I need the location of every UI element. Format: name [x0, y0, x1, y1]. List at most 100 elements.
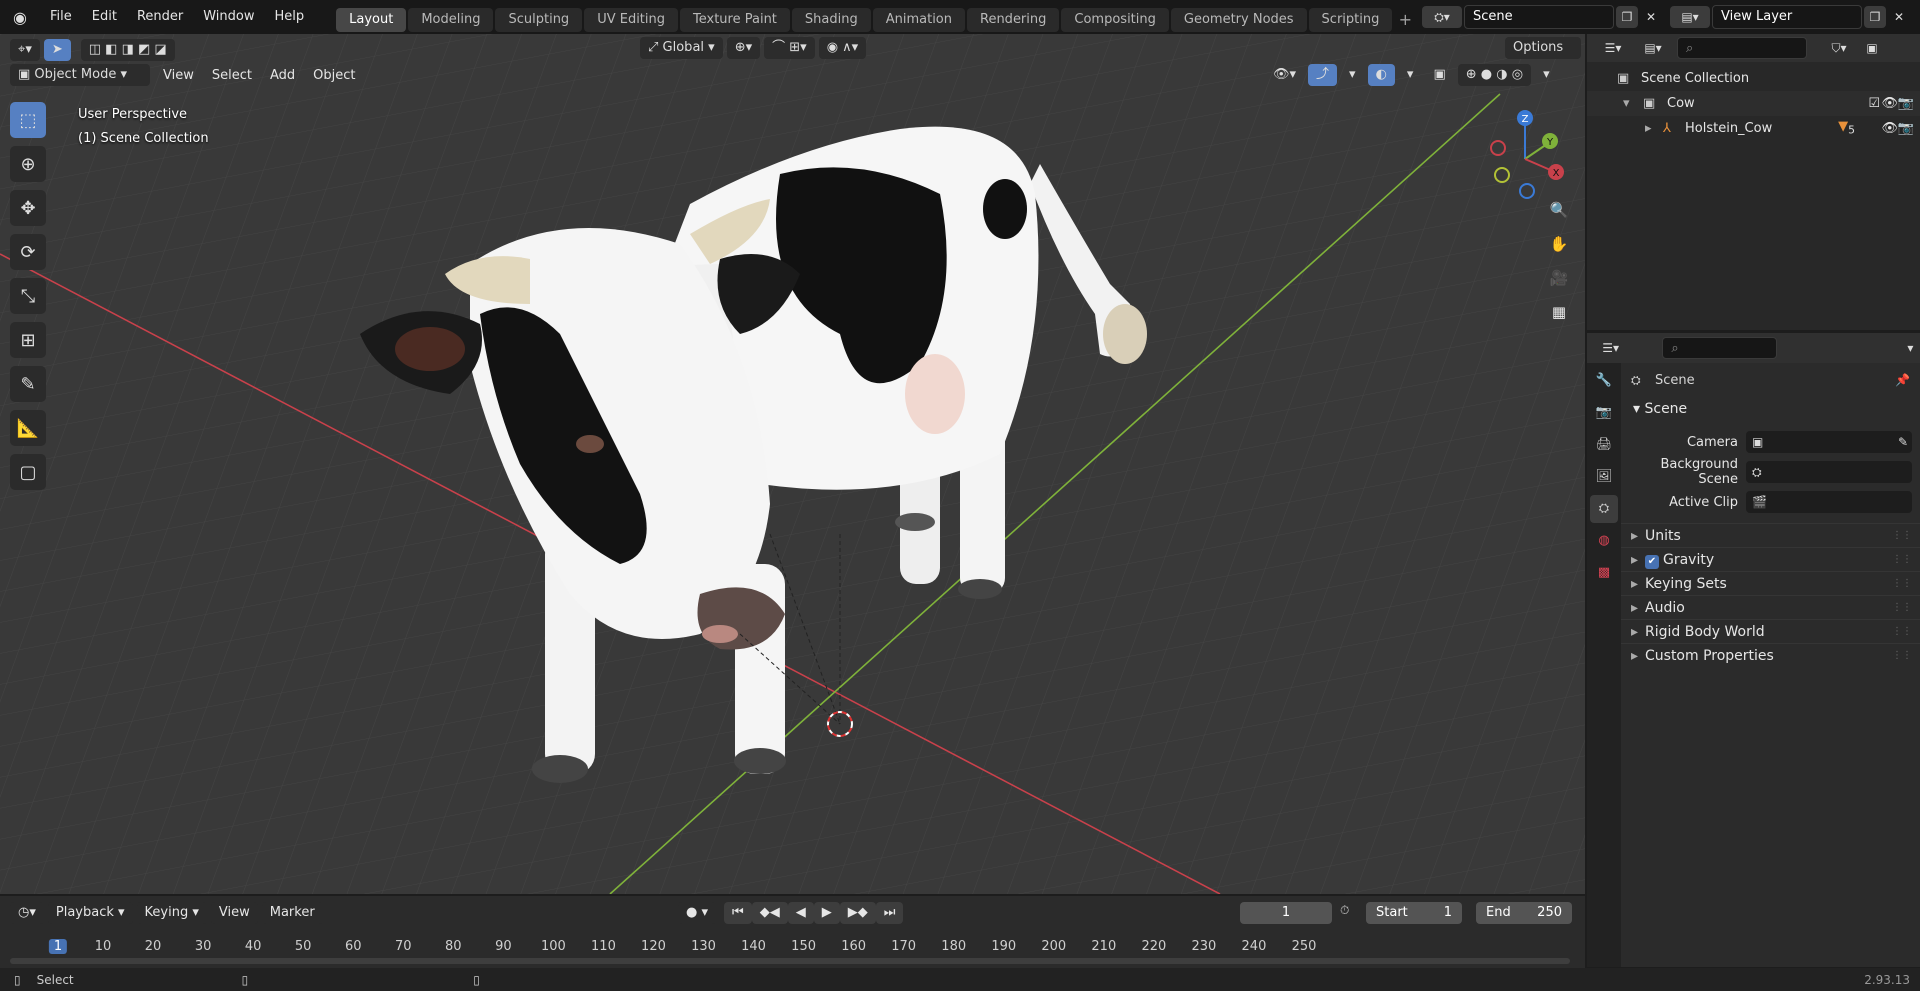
eyedropper-icon[interactable]: ✎: [1898, 431, 1908, 453]
active-clip-field[interactable]: 🎬: [1746, 491, 1912, 513]
view-layer-tab-icon[interactable]: 🖼: [1590, 463, 1618, 491]
subpanel-custom-properties[interactable]: ▸ Custom Properties ⋮⋮: [1621, 643, 1920, 667]
blender-logo-icon[interactable]: ◉: [0, 8, 40, 27]
render-camera-icon[interactable]: 📷: [1898, 91, 1914, 116]
measure-icon[interactable]: 📐: [10, 410, 46, 446]
camera-view-icon[interactable]: 🎥: [1545, 264, 1573, 292]
overlays-options-icon[interactable]: ▾: [1399, 64, 1422, 86]
timeline-scrollbar[interactable]: [10, 958, 1570, 964]
object-mode-dropdown[interactable]: ▣ Object Mode ▾: [10, 64, 150, 86]
proportional-edit-icon[interactable]: ◉ ∧▾: [818, 37, 867, 59]
texture-tab-icon[interactable]: ▩: [1590, 559, 1618, 587]
menu-edit[interactable]: Edit: [82, 0, 127, 34]
tab-geometry-nodes[interactable]: Geometry Nodes: [1170, 7, 1307, 32]
properties-editor-icon[interactable]: ☰▾: [1595, 337, 1626, 359]
xray-toggle-icon[interactable]: ▣: [1425, 64, 1453, 86]
drag-handle-icon[interactable]: ⋮⋮: [1892, 620, 1912, 644]
shading-options-icon[interactable]: ▾: [1535, 64, 1558, 86]
annotate-icon[interactable]: ✎: [10, 366, 46, 402]
overlays-toggle-icon[interactable]: ◐: [1367, 64, 1395, 86]
scene-name-field[interactable]: Scene: [1464, 5, 1614, 29]
render-tab-icon[interactable]: 📷: [1590, 399, 1618, 427]
menu-help[interactable]: Help: [265, 0, 315, 34]
tab-rendering[interactable]: Rendering: [967, 7, 1060, 32]
viewport-menu-select[interactable]: Select: [203, 68, 261, 83]
zoom-icon[interactable]: 🔍: [1545, 196, 1573, 224]
display-mode-icon[interactable]: ▤▾: [1635, 37, 1671, 59]
add-workspace-button[interactable]: +: [1394, 9, 1416, 31]
tab-texture-paint[interactable]: Texture Paint: [680, 7, 790, 32]
tab-animation[interactable]: Animation: [872, 7, 965, 32]
snap-icon[interactable]: ⌒ ⊞▾: [764, 37, 815, 59]
tab-uv-editing[interactable]: UV Editing: [584, 7, 679, 32]
viewport-menu-object[interactable]: Object: [304, 68, 364, 83]
outliner-editor-icon[interactable]: ☰▾: [1595, 37, 1631, 59]
select-tool-icon[interactable]: ➤: [43, 39, 71, 61]
output-tab-icon[interactable]: 🖨: [1590, 431, 1618, 459]
tab-layout[interactable]: Layout: [336, 7, 407, 32]
delete-scene-icon[interactable]: ✕: [1640, 6, 1662, 28]
outliner-search-input[interactable]: ⌕: [1677, 37, 1807, 59]
subpanel-rigid-body-world[interactable]: ▸ Rigid Body World ⋮⋮: [1621, 619, 1920, 643]
subpanel-units[interactable]: ▸ Units ⋮⋮: [1621, 523, 1920, 547]
background-scene-field[interactable]: ⛭: [1746, 461, 1912, 483]
shading-modes-icon[interactable]: ⊕ ● ◑ ◎: [1457, 64, 1532, 86]
filter-icon[interactable]: ⛉▾: [1821, 37, 1857, 59]
delete-view-layer-icon[interactable]: ✕: [1888, 6, 1910, 28]
tab-modeling[interactable]: Modeling: [408, 7, 494, 32]
new-collection-icon[interactable]: ▣: [1861, 37, 1883, 59]
viewport-menu-view[interactable]: View: [154, 68, 203, 83]
subpanel-keying-sets[interactable]: ▸ Keying Sets ⋮⋮: [1621, 571, 1920, 595]
world-tab-icon[interactable]: ◍: [1590, 527, 1618, 555]
outliner-holstein-cow[interactable]: ▸ ⅄ Holstein_Cow ▼5 👁 📷: [1587, 116, 1920, 141]
scale-icon[interactable]: ⤡: [10, 278, 46, 314]
drag-handle-icon[interactable]: ⋮⋮: [1892, 596, 1912, 620]
duplicate-view-layer-icon[interactable]: ❐: [1864, 6, 1886, 28]
view-layer-field[interactable]: View Layer: [1712, 5, 1862, 29]
render-camera-icon[interactable]: 📷: [1898, 116, 1914, 141]
camera-field[interactable]: ▣ ✎: [1746, 431, 1912, 453]
scene-panel-header[interactable]: ▾ Scene: [1621, 397, 1920, 421]
subpanel-audio[interactable]: ▸ Audio ⋮⋮: [1621, 595, 1920, 619]
visibility-eye-icon[interactable]: 👁: [1881, 91, 1898, 116]
move-icon[interactable]: ✥: [10, 190, 46, 226]
3d-viewport[interactable]: ⌖▾ ➤ ◫ ◧ ◨ ◩ ◪ ⤢ Global ▾ ⊕▾ ⌒ ⊞▾ ◉ ∧▾ O…: [0, 34, 1585, 894]
gizmo-toggle-icon[interactable]: ⤴: [1308, 64, 1338, 86]
selection-mode-icon[interactable]: ◫ ◧ ◨ ◩ ◪: [80, 39, 175, 61]
properties-options-icon[interactable]: ▾: [1901, 337, 1920, 359]
visibility-icon[interactable]: 👁▾: [1265, 64, 1304, 86]
gravity-checkbox[interactable]: ✔: [1645, 555, 1659, 569]
transform-icon[interactable]: ⊞: [10, 322, 46, 358]
tab-shading[interactable]: Shading: [791, 7, 871, 32]
menu-window[interactable]: Window: [193, 0, 264, 34]
pivot-point-icon[interactable]: ⊕▾: [726, 37, 761, 59]
tab-scripting[interactable]: Scripting: [1308, 7, 1393, 32]
visibility-eye-icon[interactable]: 👁: [1881, 116, 1898, 141]
view-layer-selector-icon[interactable]: ▤▾: [1670, 6, 1710, 28]
tool-tab-icon[interactable]: 🔧: [1590, 367, 1618, 395]
scene-selector-icon[interactable]: ⛭▾: [1422, 6, 1462, 28]
menu-render[interactable]: Render: [127, 0, 193, 34]
ortho-toggle-icon[interactable]: ▦: [1545, 298, 1573, 326]
disclosure-down-icon[interactable]: ▾: [1623, 91, 1643, 116]
tab-sculpting[interactable]: Sculpting: [495, 7, 583, 32]
subpanel-gravity[interactable]: ▸ ✔ Gravity ⋮⋮: [1621, 547, 1920, 571]
pan-hand-icon[interactable]: ✋: [1545, 230, 1573, 258]
drag-handle-icon[interactable]: ⋮⋮: [1892, 644, 1912, 668]
scene-tab-icon[interactable]: ⛭: [1590, 495, 1618, 523]
outliner-cow-collection[interactable]: ▾ ▣ Cow ☑ 👁 📷: [1587, 91, 1920, 116]
disclosure-right-icon[interactable]: ▸: [1645, 116, 1663, 141]
pin-icon[interactable]: 📌: [1895, 373, 1910, 387]
properties-search-input[interactable]: ⌕: [1662, 337, 1777, 359]
drag-handle-icon[interactable]: ⋮⋮: [1892, 548, 1912, 572]
drag-handle-icon[interactable]: ⋮⋮: [1892, 572, 1912, 596]
menu-file[interactable]: File: [40, 0, 82, 34]
rotate-icon[interactable]: ⟳: [10, 234, 46, 270]
editor-type-icon[interactable]: ⌖▾: [10, 39, 40, 61]
exclude-checkbox-icon[interactable]: ☑: [1868, 91, 1880, 116]
transform-orientation-dropdown[interactable]: ⤢ Global ▾: [640, 37, 723, 59]
drag-handle-icon[interactable]: ⋮⋮: [1892, 524, 1912, 548]
gizmo-options-icon[interactable]: ▾: [1341, 64, 1364, 86]
viewport-menu-add[interactable]: Add: [261, 68, 304, 83]
select-box-icon[interactable]: ⬚: [10, 102, 46, 138]
